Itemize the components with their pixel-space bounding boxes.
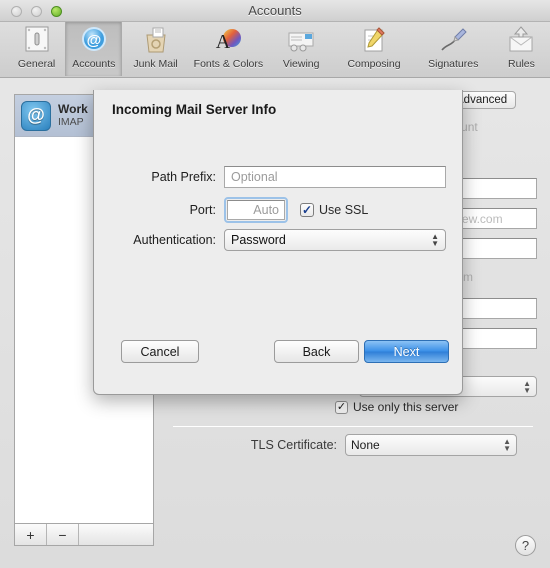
toolbar-item-composing[interactable]: Composing	[334, 22, 413, 76]
toolbar-item-viewing[interactable]: Viewing	[268, 22, 334, 76]
sheet-title: Incoming Mail Server Info	[112, 102, 277, 117]
divider	[173, 426, 533, 427]
authentication-row: Authentication: Password ▲ ▼	[112, 229, 452, 251]
port-input[interactable]: Auto	[227, 200, 285, 220]
at-sign-icon: @	[81, 27, 106, 51]
authentication-select[interactable]: Password ▲ ▼	[224, 229, 446, 251]
chevron-updown-icon: ▲ ▼	[523, 379, 531, 395]
tls-certificate-select[interactable]: None ▲ ▼	[345, 434, 517, 456]
viewing-icon	[288, 32, 314, 52]
toolbar-label-junk-mail: Junk Mail	[133, 58, 178, 70]
signatures-icon	[441, 28, 467, 51]
help-button[interactable]: ?	[515, 535, 536, 556]
account-type: IMAP	[58, 116, 84, 129]
accounts-preferences-window: Accounts General @ Accounts Junk Mail A …	[0, 0, 550, 568]
composing-icon	[364, 27, 385, 52]
toolbar-item-general[interactable]: General	[8, 22, 65, 76]
use-ssl-label: Use SSL	[319, 203, 369, 217]
toolbar-item-signatures[interactable]: Signatures	[414, 22, 493, 76]
toolbar-label-accounts: Accounts	[72, 58, 116, 70]
toolbar-label-general: General	[17, 58, 56, 70]
window-title: Accounts	[248, 3, 302, 18]
svg-text:A: A	[216, 31, 231, 53]
path-prefix-input[interactable]: Optional	[224, 166, 446, 188]
port-focus-ring: Auto	[224, 197, 288, 223]
toolbar-label-fonts-colors: Fonts & Colors	[193, 58, 264, 70]
toolbar-item-rules[interactable]: Rules	[493, 22, 550, 76]
toolbar-item-junk-mail[interactable]: Junk Mail	[122, 22, 188, 76]
remove-account-button[interactable]: −	[47, 524, 79, 545]
toolbar-label-signatures: Signatures	[428, 58, 479, 70]
back-button[interactable]: Back	[274, 340, 359, 363]
incoming-mail-server-info-sheet: Incoming Mail Server Info Path Prefix: O…	[93, 90, 463, 395]
at-sign-account-icon: @	[21, 100, 51, 131]
toolbar-item-accounts[interactable]: @ Accounts	[65, 22, 123, 76]
general-icon	[25, 26, 49, 52]
port-label: Port:	[189, 203, 216, 217]
cancel-button[interactable]: Cancel	[121, 340, 199, 363]
chevron-updown-icon: ▲ ▼	[431, 232, 439, 248]
chevron-updown-icon: ▲ ▼	[503, 437, 511, 453]
use-ssl-checkbox[interactable]: ✓ Use SSL	[300, 203, 368, 217]
junk-mail-icon	[146, 27, 166, 53]
use-only-this-server-row: ✓ Use only this server	[335, 400, 458, 414]
add-account-button[interactable]: +	[15, 524, 47, 545]
window-titlebar: Accounts	[0, 0, 550, 22]
accounts-list-footer: + −	[14, 524, 154, 546]
port-row: Port: Auto ✓ Use SSL	[112, 197, 452, 223]
toolbar-label-composing: Composing	[347, 58, 401, 70]
checkmark-icon: ✓	[300, 203, 314, 217]
authentication-label: Authentication:	[133, 233, 216, 247]
checkmark-icon: ✓	[335, 400, 348, 414]
fonts-colors-icon: A	[216, 29, 242, 53]
account-name: Work	[58, 101, 88, 116]
toolbar-label-rules: Rules	[508, 58, 535, 70]
rules-icon	[509, 26, 533, 52]
next-button[interactable]: Next	[364, 340, 449, 363]
tls-certificate-value: None	[351, 438, 380, 452]
tls-certificate-row: TLS Certificate: None ▲ ▼	[241, 434, 517, 456]
authentication-value: Password	[231, 233, 286, 247]
preferences-toolbar: General @ Accounts Junk Mail A Fonts & C…	[0, 22, 550, 78]
path-prefix-label: Path Prefix:	[151, 170, 216, 184]
use-only-this-server-label: Use only this server	[353, 400, 459, 414]
tls-certificate-label: TLS Certificate:	[250, 438, 337, 452]
svg-text:@: @	[86, 32, 101, 49]
toolbar-item-fonts-colors[interactable]: A Fonts & Colors	[189, 22, 268, 76]
path-prefix-row: Path Prefix: Optional	[112, 166, 452, 188]
use-only-this-server-checkbox[interactable]: ✓ Use only this server	[335, 400, 458, 414]
toolbar-label-viewing: Viewing	[282, 58, 320, 70]
